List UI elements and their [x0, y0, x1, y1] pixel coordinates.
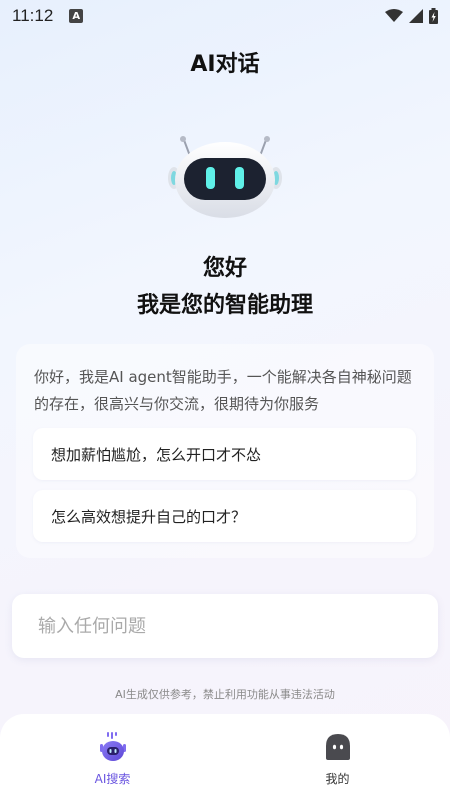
- greeting-line-1: 您好: [202, 256, 247, 281]
- question-input-container: [12, 594, 438, 658]
- suggestion-chip[interactable]: 想加薪怕尴尬，怎么开口才不怂: [33, 428, 416, 480]
- notification-icon: A: [69, 9, 84, 23]
- greeting-line-2: 我是您的智能助理: [136, 293, 313, 318]
- bottom-tab-bar: AI搜索 我的: [0, 714, 450, 800]
- page-title: AI对话: [190, 52, 260, 77]
- wifi-icon: [385, 9, 403, 22]
- status-bar: 11:12 A: [0, 0, 450, 32]
- suggestion-chip[interactable]: 怎么高效想提升自己的口才？: [33, 490, 416, 542]
- disclaimer-text: AI生成仅供参考，禁止利用功能从事违法活动: [115, 688, 335, 701]
- battery-icon: [429, 8, 438, 24]
- tab-label: 我的: [325, 772, 350, 786]
- intro-card: 你好，我是AI agent智能助手，一个能解决各自神秘问题的存在，很高兴与你交流…: [16, 344, 434, 558]
- tab-mine[interactable]: 我的: [225, 714, 450, 800]
- tab-ai-search[interactable]: AI搜索: [0, 714, 225, 800]
- tab-label: AI搜索: [94, 772, 131, 786]
- intro-text: 你好，我是AI agent智能助手，一个能解决各自神秘问题的存在，很高兴与你交流…: [34, 368, 412, 413]
- robot-mascot-icon: [168, 136, 282, 218]
- ghost-icon: [325, 734, 350, 760]
- robot-icon: [99, 732, 126, 761]
- status-icons: [385, 8, 438, 24]
- status-time: 11:12: [12, 6, 54, 25]
- question-input[interactable]: [12, 594, 438, 658]
- signal-icon: [409, 9, 423, 23]
